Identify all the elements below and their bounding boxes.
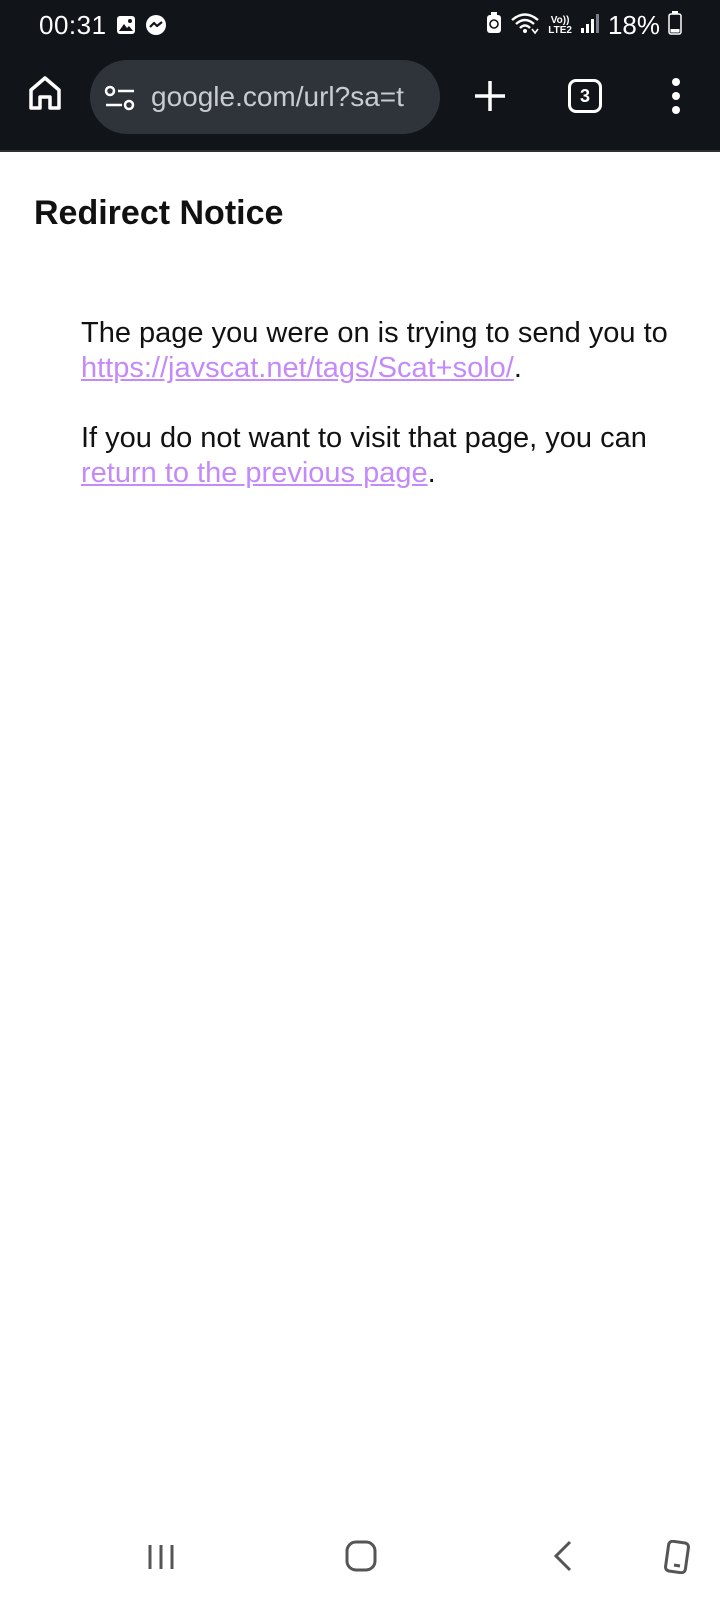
return-previous-link[interactable]: return to the previous page bbox=[81, 457, 428, 489]
home-icon bbox=[345, 1540, 377, 1572]
home-nav-button[interactable] bbox=[345, 1540, 377, 1572]
recents-icon bbox=[148, 1545, 174, 1569]
home-icon bbox=[28, 75, 62, 116]
battery-percent: 18% bbox=[607, 10, 660, 40]
battery-icon bbox=[668, 11, 682, 40]
system-navigation-bar bbox=[0, 1520, 720, 1600]
tab-count: 3 bbox=[579, 85, 590, 106]
redirect-target-link[interactable]: https://javscat.net/tags/Scat+solo/ bbox=[81, 352, 514, 384]
battery-saver-icon bbox=[486, 12, 502, 39]
redirect-message-end: . bbox=[513, 352, 522, 384]
volte-icon: Vo)) LTE2 bbox=[548, 15, 572, 36]
gallery-icon bbox=[116, 15, 136, 40]
back-icon bbox=[553, 1540, 572, 1572]
status-time: 00:31 bbox=[39, 10, 107, 40]
status-bar: 00:31 Vo)) LTE2 18% bbox=[0, 0, 720, 52]
plus-icon bbox=[475, 81, 505, 111]
return-message: If you do not want to visit that page, y… bbox=[81, 421, 701, 491]
redirect-message-text: The page you were on is trying to send y… bbox=[81, 317, 668, 349]
keyboard-toggle-icon bbox=[664, 1539, 690, 1575]
return-message-text: If you do not want to visit that page, y… bbox=[81, 422, 647, 454]
home-button[interactable] bbox=[24, 74, 66, 116]
tab-switcher-button[interactable]: 3 bbox=[568, 79, 602, 113]
volte-line2: LTE2 bbox=[548, 24, 572, 36]
messenger-icon bbox=[145, 14, 167, 41]
system-status-icons: Vo)) LTE2 18% bbox=[486, 10, 682, 41]
url-text[interactable]: google.com/url?sa=t bbox=[151, 81, 433, 113]
signal-icon bbox=[580, 12, 600, 39]
notification-icons bbox=[116, 14, 167, 41]
new-tab-button[interactable] bbox=[472, 78, 508, 114]
recents-button[interactable] bbox=[146, 1542, 176, 1572]
overflow-menu-icon bbox=[672, 78, 680, 114]
address-bar[interactable]: google.com/url?sa=t bbox=[90, 60, 440, 134]
overflow-menu-button[interactable] bbox=[664, 76, 688, 116]
back-button[interactable] bbox=[552, 1540, 574, 1572]
page-title: Redirect Notice bbox=[34, 194, 284, 232]
browser-toolbar: google.com/url?sa=t 3 bbox=[0, 52, 720, 152]
wifi-icon bbox=[510, 11, 540, 40]
return-message-end: . bbox=[427, 457, 436, 489]
keyboard-toggle-button[interactable] bbox=[662, 1539, 692, 1575]
redirect-message: The page you were on is trying to send y… bbox=[81, 316, 701, 386]
page-info-icon[interactable] bbox=[104, 84, 136, 112]
